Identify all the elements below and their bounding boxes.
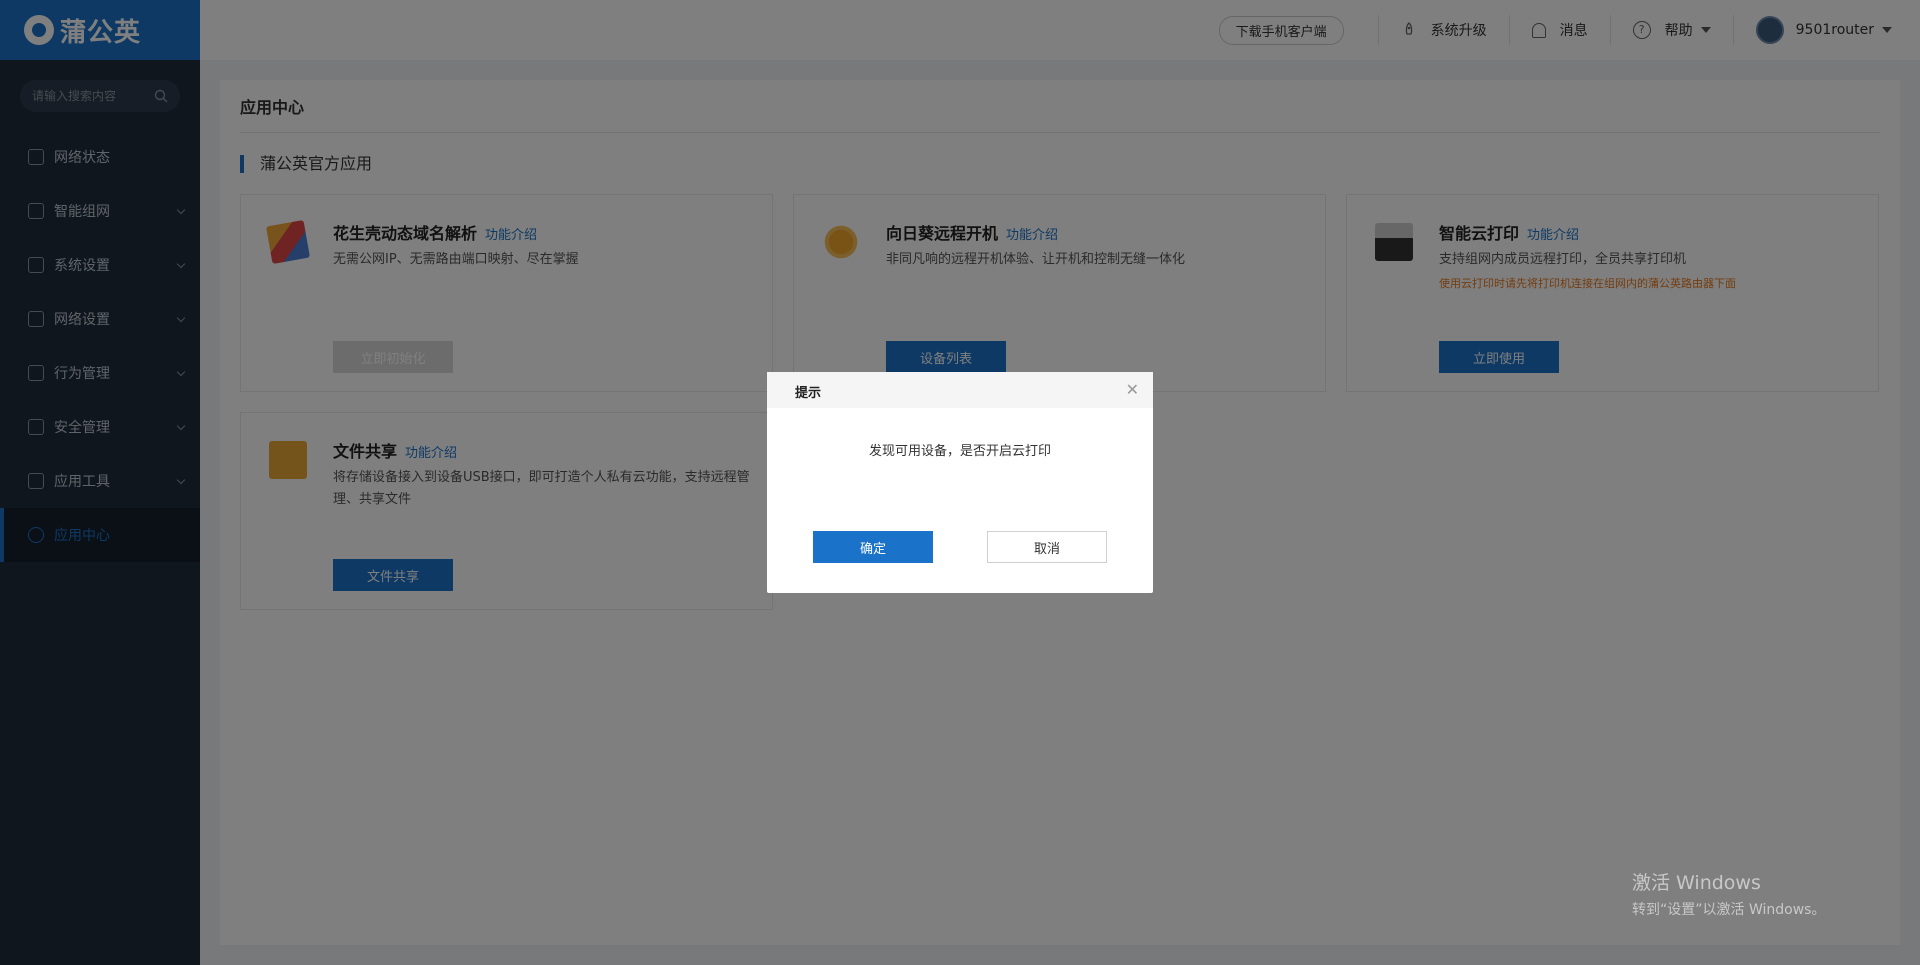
dialog-message: 发现可用设备，是否开启云打印	[868, 444, 1051, 459]
watermark-line-1: 激活 Windows	[1632, 872, 1761, 894]
confirm-dialog: 提示 ✕ 发现可用设备，是否开启云打印 确定 取消	[767, 372, 1153, 593]
cancel-button[interactable]: 取消	[987, 531, 1107, 563]
windows-activation-watermark: 激活 Windows 转到“设置”以激活 Windows。	[1632, 868, 1825, 919]
dialog-title: 提示	[795, 386, 822, 401]
dialog-header: 提示 ✕	[767, 372, 1153, 408]
confirm-button[interactable]: 确定	[813, 531, 933, 563]
watermark-line-2: 转到“设置”以激活 Windows。	[1632, 902, 1826, 918]
close-icon[interactable]: ✕	[1126, 380, 1139, 399]
